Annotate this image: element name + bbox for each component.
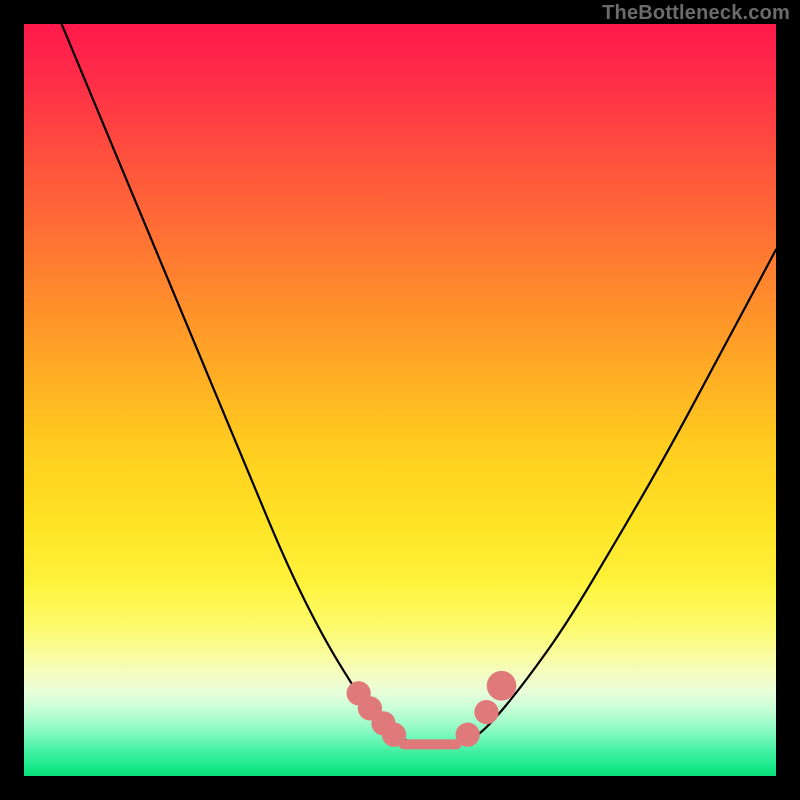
watermark-text: TheBottleneck.com xyxy=(602,2,790,25)
curve-marker xyxy=(456,723,480,747)
curve-markers xyxy=(347,671,517,747)
curve-marker xyxy=(382,723,406,747)
chart-stage: TheBottleneck.com xyxy=(0,0,800,800)
curve-marker xyxy=(487,671,517,701)
chart-svg xyxy=(24,24,776,776)
bottleneck-curve xyxy=(62,24,776,746)
curve-marker xyxy=(474,700,498,724)
plot-area xyxy=(24,24,776,776)
